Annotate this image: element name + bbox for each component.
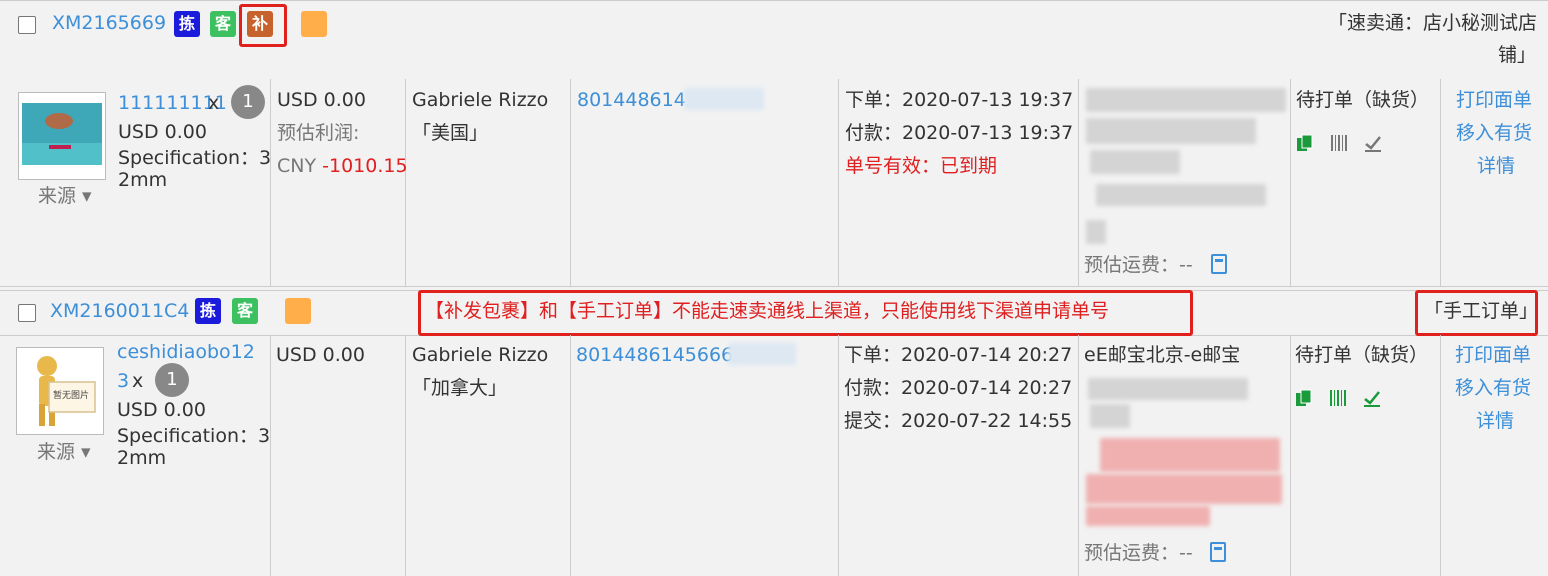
no-image-label: 暂无图片: [53, 391, 90, 401]
order-checkbox[interactable]: [18, 16, 36, 34]
details-link[interactable]: 详情: [1476, 409, 1514, 433]
order-time: 下单：2020-07-13 19:37: [845, 89, 1074, 111]
tracking-redaction: [728, 343, 796, 365]
check-icon[interactable]: [1363, 389, 1381, 407]
product-thumbnail[interactable]: [18, 92, 106, 180]
source-dropdown[interactable]: 来源 ▾: [38, 184, 92, 208]
row-divider: [0, 286, 1548, 287]
address-redaction: [1090, 404, 1130, 428]
details-link[interactable]: 详情: [1477, 154, 1515, 178]
copy-icon[interactable]: [1296, 134, 1314, 152]
product-spec: Specification：3: [117, 425, 271, 447]
product-spec-cont: 2mm: [117, 447, 167, 469]
flag-tag[interactable]: [301, 11, 327, 37]
buyer-name: Gabriele Rizzo: [412, 344, 549, 366]
product-spec-cont: 2mm: [118, 169, 168, 191]
qty-badge: 1: [155, 363, 189, 397]
address-redaction: [1090, 150, 1180, 174]
order-amount: USD 0.00: [277, 89, 366, 111]
move-in-stock-link[interactable]: 移入有货: [1456, 121, 1532, 145]
order-checkbox[interactable]: [18, 304, 36, 322]
barcode-icon[interactable]: [1330, 134, 1348, 152]
shipping-estimate: 预估运费：--: [1084, 542, 1193, 564]
pick-tag: 拣: [174, 11, 200, 37]
shipping-estimate: 预估运费：--: [1084, 254, 1193, 276]
move-in-stock-link[interactable]: 移入有货: [1455, 376, 1531, 400]
address-redaction: [1086, 118, 1256, 144]
shipping-channel: eE邮宝北京-e邮宝: [1084, 344, 1241, 366]
calculator-icon[interactable]: [1211, 254, 1227, 274]
divider: [270, 335, 271, 576]
order-status: 待打单（缺货）: [1295, 344, 1429, 366]
product-image-icon: [19, 93, 105, 179]
product-spec: Specification：3: [118, 147, 272, 169]
order-id-link[interactable]: XM2165669: [52, 12, 166, 34]
flag-tag[interactable]: [285, 298, 311, 324]
notice-text: 【补发包裹】和【手工订单】不能走速卖通线上渠道，只能使用线下渠道申请单号: [425, 300, 1110, 322]
store-name: 「手工订单」: [1424, 300, 1539, 322]
check-icon[interactable]: [1364, 134, 1382, 152]
print-label-link[interactable]: 打印面单: [1455, 343, 1531, 367]
store-name-cont: 铺」: [1498, 44, 1537, 66]
order-amount: USD 0.00: [276, 344, 365, 366]
copy-icon[interactable]: [1295, 389, 1313, 407]
sku-link-cont[interactable]: 3: [117, 369, 129, 393]
divider: [570, 335, 571, 576]
address-redaction: [1100, 438, 1280, 472]
pick-tag: 拣: [195, 298, 221, 324]
customer-tag: 客: [210, 11, 236, 37]
submit-time: 提交：2020-07-22 14:55: [844, 410, 1073, 432]
address-redaction: [1086, 506, 1210, 526]
tracking-redaction: [684, 88, 764, 110]
address-redaction: [1096, 184, 1266, 206]
divider: [1078, 335, 1079, 576]
divider: [405, 79, 406, 286]
tracking-number[interactable]: 8014486145: [577, 88, 698, 112]
store-name: 「速卖通：店小秘测试店: [1328, 12, 1538, 34]
divider: [1078, 79, 1079, 286]
qty-badge: 1: [231, 85, 265, 119]
order-time: 下单：2020-07-14 20:27: [844, 344, 1073, 366]
payment-time: 付款：2020-07-14 20:27: [844, 377, 1073, 399]
divider: [1440, 79, 1441, 286]
sku-link[interactable]: ceshidiaobo12: [117, 340, 255, 364]
divider: [270, 79, 271, 286]
print-label-link[interactable]: 打印面单: [1456, 88, 1532, 112]
divider: [838, 335, 839, 576]
address-redaction: [1086, 474, 1282, 504]
product-price: USD 0.00: [117, 399, 206, 421]
divider: [1290, 335, 1291, 576]
divider: [1440, 335, 1441, 576]
payment-time: 付款：2020-07-13 19:37: [845, 122, 1074, 144]
profit-value: CNY -1010.15: [277, 155, 408, 177]
qty-times: x: [208, 92, 220, 114]
calculator-icon[interactable]: [1210, 542, 1226, 562]
tracking-number[interactable]: 80144861456663: [576, 343, 745, 367]
address-redaction: [1086, 88, 1286, 112]
product-price: USD 0.00: [118, 121, 207, 143]
qty-times: x: [132, 370, 144, 392]
buyer-country: 「美国」: [412, 122, 489, 144]
buyer-name: Gabriele Rizzo: [412, 89, 549, 111]
customer-tag: 客: [232, 298, 258, 324]
divider: [838, 79, 839, 286]
divider: [405, 335, 406, 576]
address-redaction: [1088, 378, 1248, 400]
order-status: 待打单（缺货）: [1296, 89, 1430, 111]
tracking-validity: 单号有效：已到期: [845, 155, 998, 177]
order-id-link[interactable]: XM2160011C4: [50, 300, 189, 322]
profit-label: 预估利润:: [277, 122, 360, 144]
reissue-highlight: [239, 4, 287, 47]
product-thumbnail[interactable]: 暂无图片: [16, 347, 104, 435]
source-dropdown[interactable]: 来源 ▾: [37, 440, 91, 464]
buyer-country: 「加拿大」: [412, 377, 508, 399]
barcode-icon[interactable]: [1329, 389, 1347, 407]
divider: [570, 79, 571, 286]
address-redaction: [1086, 220, 1106, 244]
divider: [1290, 79, 1291, 286]
